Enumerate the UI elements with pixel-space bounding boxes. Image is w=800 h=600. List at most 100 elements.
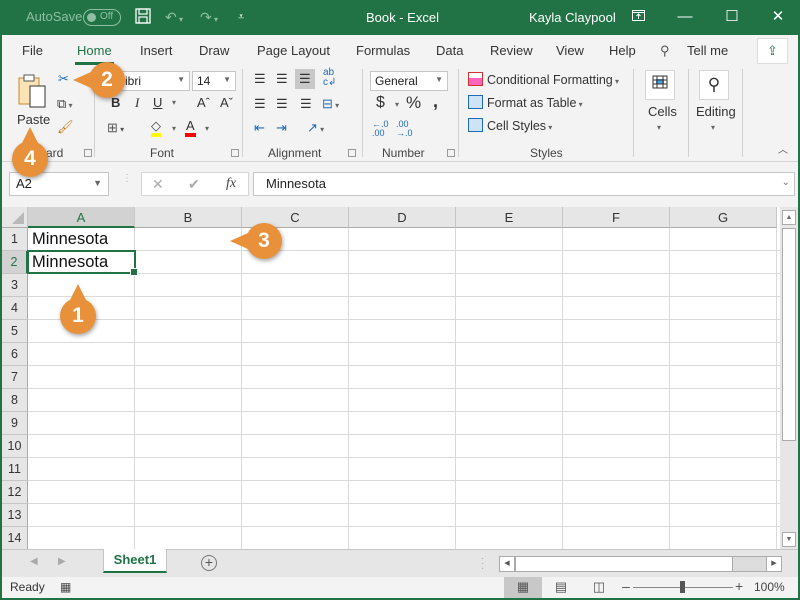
insert-function-icon[interactable]: fx bbox=[226, 176, 236, 192]
column-header-e[interactable]: E bbox=[456, 207, 563, 228]
row-header-10[interactable]: 10 bbox=[2, 435, 28, 458]
vertical-scroll-thumb[interactable] bbox=[782, 228, 796, 441]
formula-input[interactable]: Minnesota ⌄ bbox=[253, 172, 795, 196]
copy-icon[interactable]: ⧉ ▾ bbox=[57, 96, 73, 114]
tab-help[interactable]: Help bbox=[609, 43, 636, 58]
underline-button[interactable]: U bbox=[153, 95, 162, 111]
row-header-1[interactable]: 1 bbox=[2, 228, 28, 251]
bold-button[interactable]: B bbox=[111, 95, 120, 111]
macro-record-icon[interactable]: ▦ bbox=[60, 580, 71, 594]
editing-button[interactable]: ⚲ Editing ▾ bbox=[694, 65, 738, 140]
cell-a1[interactable]: Minnesota bbox=[28, 228, 135, 251]
autosave-toggle[interactable]: Off bbox=[83, 9, 121, 26]
column-header-f[interactable]: F bbox=[563, 207, 670, 228]
row-header-3[interactable]: 3 bbox=[2, 274, 28, 297]
zoom-slider-thumb[interactable] bbox=[680, 581, 685, 593]
font-size-combo[interactable]: 14 ▼ bbox=[192, 71, 236, 91]
bottom-align-icon[interactable]: ☰ bbox=[295, 69, 315, 89]
middle-align-icon[interactable]: ☰ bbox=[276, 71, 288, 87]
tab-file[interactable]: File bbox=[22, 43, 43, 58]
tab-formulas[interactable]: Formulas bbox=[356, 43, 410, 58]
fill-color-icon[interactable]: ◇ bbox=[151, 119, 161, 137]
increase-decimal-button[interactable]: ←.0.00 bbox=[372, 120, 389, 138]
align-left-icon[interactable]: ☰ bbox=[254, 96, 266, 112]
clipboard-launcher-icon[interactable] bbox=[84, 149, 92, 157]
scroll-left-icon[interactable]: ◀ bbox=[500, 557, 515, 571]
tab-draw[interactable]: Draw bbox=[199, 43, 229, 58]
cut-icon[interactable]: ✂ bbox=[58, 71, 69, 87]
number-format-combo[interactable]: General ▼ bbox=[370, 71, 448, 91]
collapse-ribbon-icon[interactable]: ︿ bbox=[778, 143, 788, 159]
enter-icon[interactable]: ✔ bbox=[188, 176, 200, 193]
tab-page-layout[interactable]: Page Layout bbox=[257, 43, 330, 58]
page-break-view-icon[interactable]: ◫ bbox=[580, 577, 618, 598]
close-icon[interactable]: ✕ bbox=[763, 6, 793, 28]
formula-bar-splitter[interactable]: ⋮ bbox=[122, 174, 132, 184]
comma-style-button[interactable]: , bbox=[433, 92, 438, 110]
currency-dropdown-icon[interactable]: ▾ bbox=[395, 97, 399, 113]
row-header-13[interactable]: 13 bbox=[2, 504, 28, 527]
tab-view[interactable]: View bbox=[556, 43, 584, 58]
increase-indent-icon[interactable]: ⇥ bbox=[276, 120, 287, 136]
wrap-text-icon[interactable]: ab c↲ bbox=[323, 68, 336, 88]
top-align-icon[interactable]: ☰ bbox=[254, 71, 266, 87]
row-header-6[interactable]: 6 bbox=[2, 343, 28, 366]
font-color-dropdown-icon[interactable]: ▾ bbox=[205, 121, 209, 137]
customize-qat-icon[interactable]: ⩡ bbox=[238, 8, 244, 26]
column-header-b[interactable]: B bbox=[135, 207, 242, 228]
format-as-table-button[interactable]: Format as Table ▾ bbox=[468, 95, 583, 110]
merge-center-icon[interactable]: ⊟ ▾ bbox=[322, 96, 339, 114]
font-launcher-icon[interactable] bbox=[231, 149, 239, 157]
vertical-scrollbar[interactable]: ▲ ▼ bbox=[780, 207, 798, 549]
share-button[interactable]: ⇪ bbox=[757, 38, 788, 64]
italic-button[interactable]: I bbox=[135, 95, 139, 111]
row-header-9[interactable]: 9 bbox=[2, 412, 28, 435]
number-launcher-icon[interactable] bbox=[447, 149, 455, 157]
scroll-right-icon[interactable]: ▶ bbox=[766, 557, 781, 571]
normal-view-icon[interactable]: ▦ bbox=[504, 577, 542, 598]
row-header-4[interactable]: 4 bbox=[2, 297, 28, 320]
next-sheet-icon[interactable]: ▶ bbox=[58, 556, 66, 567]
horizontal-scrollbar[interactable]: ◀ ▶ bbox=[499, 556, 782, 572]
tab-data[interactable]: Data bbox=[436, 43, 463, 58]
percent-button[interactable]: % bbox=[406, 94, 421, 111]
cell-styles-button[interactable]: Cell Styles ▾ bbox=[468, 118, 552, 133]
column-header-a[interactable]: A bbox=[28, 207, 135, 228]
save-icon[interactable] bbox=[135, 8, 151, 28]
cancel-icon[interactable]: ✕ bbox=[152, 176, 164, 193]
font-color-button[interactable]: A bbox=[185, 119, 196, 137]
user-name[interactable]: Kayla Claypool bbox=[529, 10, 616, 25]
cells-button[interactable]: Cells ▾ bbox=[642, 65, 682, 140]
minimize-icon[interactable]: — bbox=[670, 6, 700, 28]
tell-me-input[interactable]: Tell me bbox=[687, 43, 728, 58]
fill-color-dropdown-icon[interactable]: ▾ bbox=[172, 121, 176, 137]
paste-button[interactable]: Paste bbox=[12, 71, 52, 131]
row-header-14[interactable]: 14 bbox=[2, 527, 28, 549]
currency-button[interactable]: $ bbox=[376, 95, 385, 111]
active-cell-border[interactable] bbox=[27, 250, 138, 276]
select-all-button[interactable] bbox=[2, 207, 28, 228]
redo-icon[interactable]: ↷ ▾ bbox=[200, 8, 218, 29]
tab-home[interactable]: Home bbox=[75, 43, 114, 65]
row-header-8[interactable]: 8 bbox=[2, 389, 28, 412]
scroll-down-icon[interactable]: ▼ bbox=[782, 532, 796, 547]
add-sheet-button[interactable]: + bbox=[201, 555, 217, 571]
sheet-tab-sheet1[interactable]: Sheet1 bbox=[103, 549, 167, 573]
alignment-launcher-icon[interactable] bbox=[348, 149, 356, 157]
undo-icon[interactable]: ↶ ▾ bbox=[165, 8, 183, 29]
row-header-5[interactable]: 5 bbox=[2, 320, 28, 343]
decrease-indent-icon[interactable]: ⇤ bbox=[254, 120, 265, 136]
worksheet-grid[interactable]: A B C D E F G 1 2 3 4 5 6 7 8 9 10 11 12 13 14 Minnesota Minne… bbox=[2, 207, 780, 549]
borders-icon[interactable]: ⊞ ▾ bbox=[107, 120, 124, 138]
row-header-2[interactable]: 2 bbox=[2, 251, 28, 274]
orientation-icon[interactable]: ↗ ▾ bbox=[307, 120, 324, 138]
shrink-font-button[interactable]: Aˇ bbox=[220, 95, 233, 111]
zoom-level[interactable]: 100% bbox=[754, 580, 785, 594]
scroll-up-icon[interactable]: ▲ bbox=[782, 210, 796, 225]
decrease-decimal-button[interactable]: .00 →.0 bbox=[396, 120, 413, 138]
column-header-g[interactable]: G bbox=[670, 207, 777, 228]
tab-insert[interactable]: Insert bbox=[140, 43, 173, 58]
conditional-formatting-button[interactable]: Conditional Formatting ▾ bbox=[468, 72, 619, 87]
ribbon-display-icon[interactable] bbox=[623, 6, 653, 28]
prev-sheet-icon[interactable]: ◀ bbox=[30, 556, 38, 567]
